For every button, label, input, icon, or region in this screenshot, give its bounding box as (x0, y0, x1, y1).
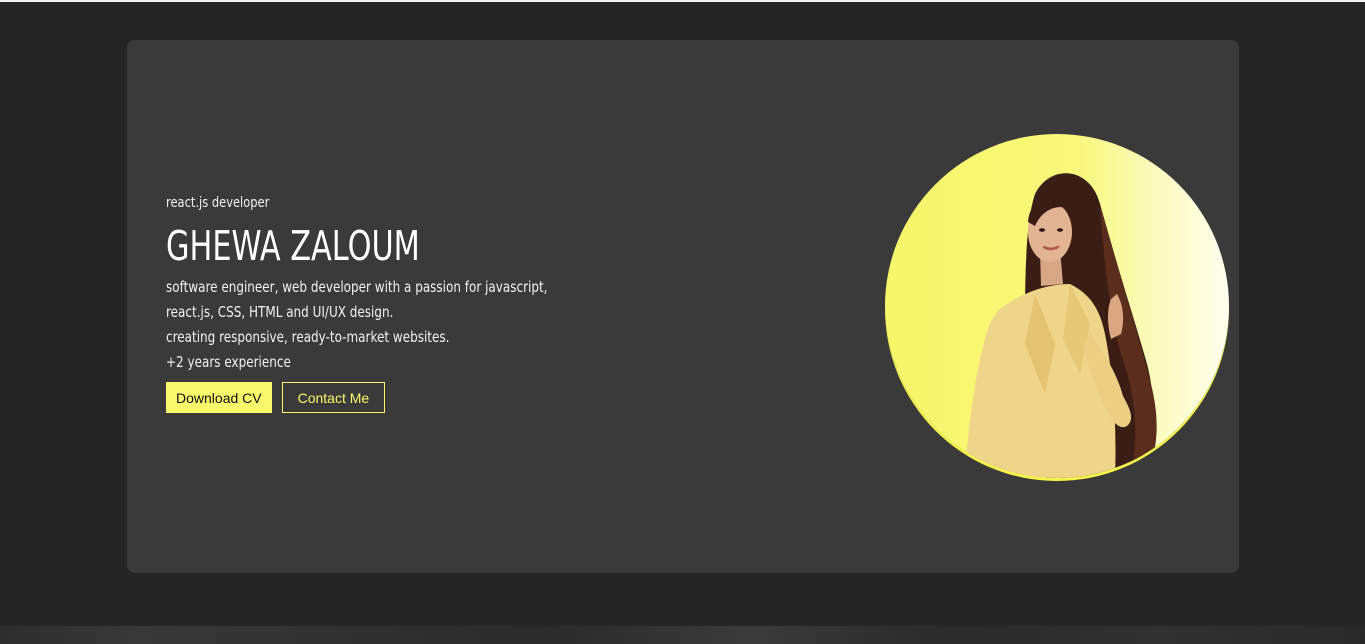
download-cv-button[interactable]: Download CV (166, 382, 272, 413)
description-line: +2 years experience (166, 353, 291, 371)
hero-actions: Download CV Contact Me (166, 382, 686, 413)
next-section-preview (0, 626, 1365, 644)
intro-block: react.js developer GHEWA ZALOUM software… (166, 195, 686, 413)
description-line: creating responsive, ready-to-market web… (166, 328, 450, 346)
hero-name: GHEWA ZALOUM (166, 222, 420, 270)
top-border (0, 0, 1365, 2)
hero-description: software engineer, web developer with a … (166, 275, 686, 375)
contact-me-button[interactable]: Contact Me (281, 382, 386, 413)
description-line: software engineer, web developer with a … (166, 278, 548, 296)
profile-photo (885, 134, 1229, 478)
portrait-illustration (965, 173, 1157, 478)
role-subtitle: react.js developer (166, 195, 270, 211)
hero-card: react.js developer GHEWA ZALOUM software… (127, 40, 1239, 573)
description-line: react.js, CSS, HTML and UI/UX design. (166, 303, 394, 321)
